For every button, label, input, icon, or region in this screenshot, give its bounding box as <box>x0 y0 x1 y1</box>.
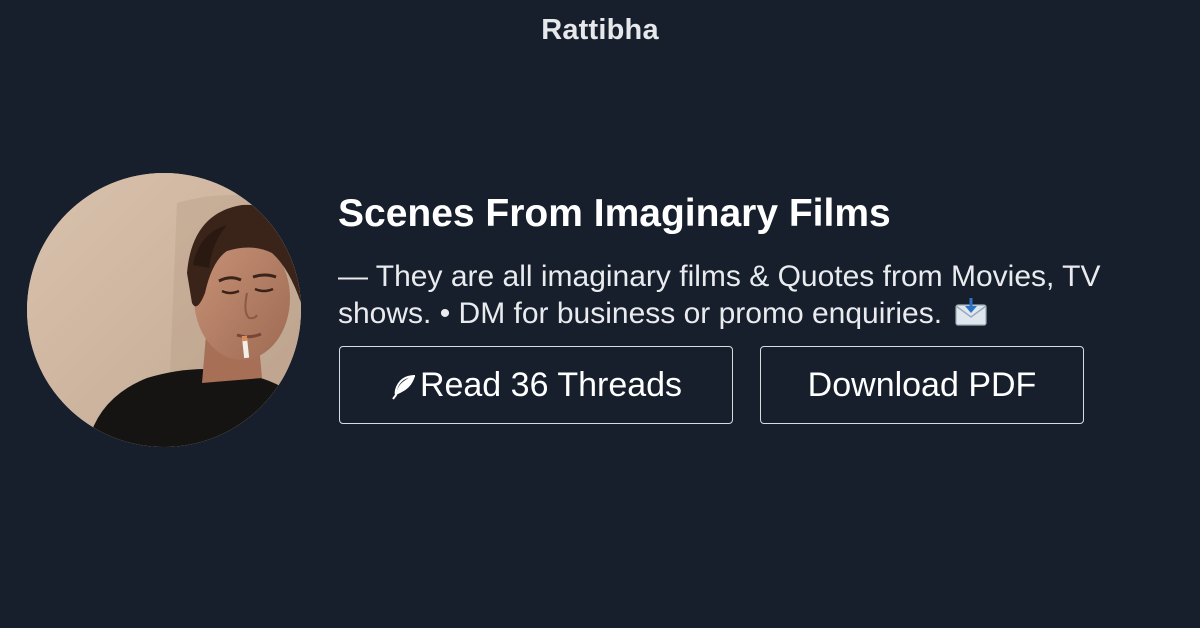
read-threads-label: Read 36 Threads <box>419 365 683 404</box>
envelope-with-arrow-icon <box>954 297 988 336</box>
read-threads-button[interactable]: Read 36 Threads <box>339 346 733 424</box>
brand-title: Rattibha <box>541 14 659 46</box>
feather-icon <box>390 371 418 400</box>
avatar-image <box>27 173 301 447</box>
profile-bio: — They are all imaginary films & Quotes … <box>338 258 1168 336</box>
page-title: Scenes From Imaginary Films <box>338 192 891 235</box>
download-pdf-button[interactable]: Download PDF <box>760 346 1084 424</box>
avatar <box>27 173 301 447</box>
download-pdf-label: Download PDF <box>807 365 1037 404</box>
